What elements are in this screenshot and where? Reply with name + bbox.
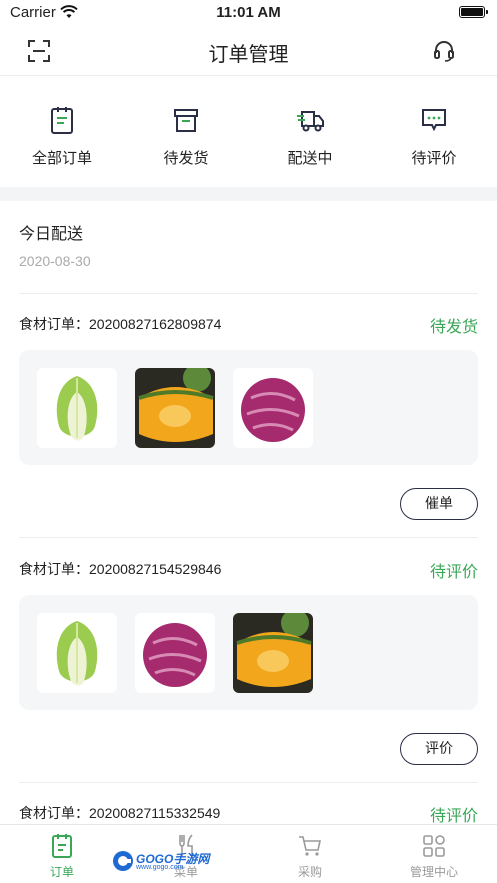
nav-management[interactable]: 管理中心 xyxy=(372,825,496,883)
product-thumb-red-cabbage xyxy=(135,613,215,693)
order-status-badge: 待发货 xyxy=(429,319,478,336)
order-status-badge: 待评价 xyxy=(429,808,478,825)
tab-to-ship[interactable]: 待发货 xyxy=(124,77,248,187)
order-products[interactable] xyxy=(19,350,478,465)
section-title: 今日配送 xyxy=(19,226,84,243)
review-button[interactable]: 评价 xyxy=(400,733,478,765)
nav-label: 订单 xyxy=(49,865,74,879)
divider xyxy=(19,293,478,294)
order-number: 食材订单：20200827162809874 xyxy=(19,316,222,332)
product-thumb-red-cabbage xyxy=(233,368,313,448)
nav-bar: 订单管理 xyxy=(0,26,497,76)
order-icon xyxy=(52,834,72,858)
grid-icon xyxy=(423,835,445,857)
box-icon xyxy=(174,109,198,132)
truck-icon xyxy=(297,111,324,132)
tab-label: 待评价 xyxy=(411,150,457,167)
urge-button[interactable]: 催单 xyxy=(400,488,478,520)
section-divider xyxy=(0,187,497,201)
divider xyxy=(19,537,478,538)
order-products[interactable] xyxy=(19,595,478,710)
order-status-badge: 待评价 xyxy=(429,564,478,581)
tab-delivering[interactable]: 配送中 xyxy=(248,77,372,187)
product-thumb-cabbage xyxy=(37,368,117,448)
page-title: 订单管理 xyxy=(208,44,289,66)
nav-purchase[interactable]: 采购 xyxy=(248,825,372,883)
tab-label: 配送中 xyxy=(287,150,333,167)
clock: 11:01 AM xyxy=(216,4,281,21)
product-thumb-pumpkin xyxy=(233,613,313,693)
tab-all-orders[interactable]: 全部订单 xyxy=(0,77,124,187)
divider xyxy=(19,782,478,783)
tab-label: 待发货 xyxy=(163,150,209,167)
nav-label: 管理中心 xyxy=(409,865,458,879)
product-thumb-cabbage xyxy=(37,613,117,693)
bottom-nav: 订单 菜单 采购 管理中心 xyxy=(0,824,497,883)
section-date: 2020-08-30 xyxy=(19,253,91,269)
nav-label: 采购 xyxy=(297,865,322,879)
watermark: GOGO手游网 www.gogo.com xyxy=(112,848,212,874)
tab-to-review[interactable]: 待评价 xyxy=(372,77,496,187)
battery-icon xyxy=(459,6,488,18)
watermark-logo-icon xyxy=(113,851,133,871)
tab-label: 全部订单 xyxy=(31,150,92,167)
order-status-tabs: 全部订单 待发货 配送中 待评价 xyxy=(0,77,497,187)
clipboard-icon xyxy=(51,107,73,134)
chat-icon xyxy=(422,109,446,132)
watermark-subtext: www.gogo.com xyxy=(136,864,184,871)
order-number: 食材订单：20200827115332549 xyxy=(19,805,221,821)
product-thumb-pumpkin xyxy=(135,368,215,448)
nav-orders[interactable]: 订单 xyxy=(0,825,124,883)
cart-icon xyxy=(299,836,321,856)
headset-icon[interactable] xyxy=(431,38,457,64)
order-number: 食材订单：20200827154529846 xyxy=(19,561,222,577)
status-bar: Carrier 11:01 AM xyxy=(0,0,497,26)
